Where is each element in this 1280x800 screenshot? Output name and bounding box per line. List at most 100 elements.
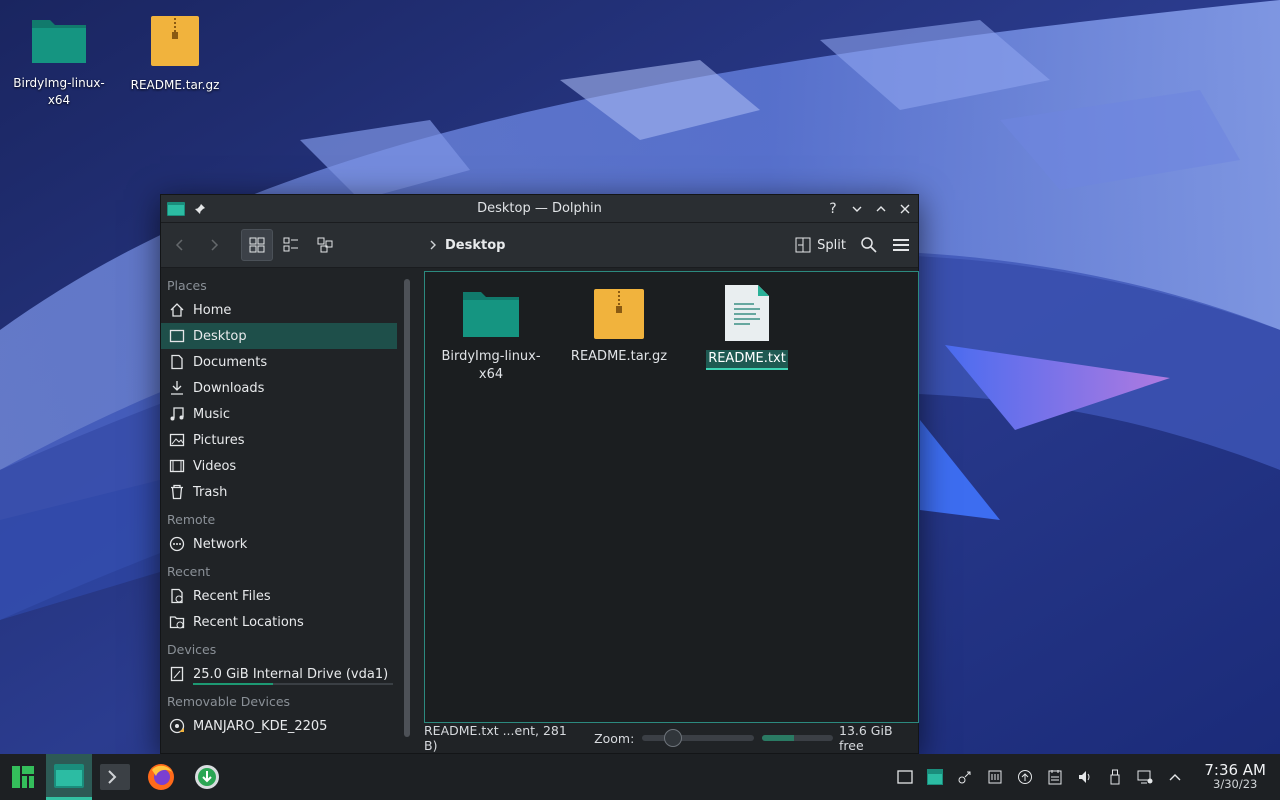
- details-view-icon: [317, 237, 333, 253]
- trash-icon: [169, 484, 185, 500]
- places-item-label: Downloads: [193, 380, 265, 396]
- compact-view-button[interactable]: [275, 229, 307, 261]
- places-item-desktop[interactable]: Desktop: [161, 323, 397, 349]
- tray-dolphin-icon[interactable]: [926, 768, 944, 786]
- details-view-button[interactable]: [309, 229, 341, 261]
- dolphin-app-icon: [54, 763, 84, 788]
- free-space-label: 13.6 GiB free: [839, 723, 893, 753]
- breadcrumb[interactable]: Desktop: [429, 238, 505, 253]
- file-item-label: README.tar.gz: [570, 349, 668, 364]
- notes-icon[interactable]: [1046, 768, 1064, 786]
- section-places: Places: [167, 278, 207, 293]
- file-view[interactable]: BirdyImg-linux-x64 README.tar.gz README.…: [424, 271, 919, 723]
- arrow-left-icon: [175, 239, 183, 251]
- places-scrollbar[interactable]: [404, 279, 410, 737]
- pictures-icon: [169, 432, 185, 448]
- search-icon: [861, 237, 877, 253]
- back-button[interactable]: [169, 234, 191, 256]
- application-launcher[interactable]: [0, 754, 46, 800]
- breadcrumb-item-desktop[interactable]: Desktop: [445, 238, 505, 253]
- places-item-documents[interactable]: Documents: [161, 349, 397, 375]
- clipboard-manager-icon[interactable]: [986, 768, 1004, 786]
- main-toolbar: Desktop Split: [161, 223, 918, 268]
- section-removable-devices: Removable Devices: [167, 694, 291, 709]
- split-button[interactable]: Split: [795, 237, 846, 253]
- file-item-label: README.txt: [706, 350, 788, 370]
- pin-icon[interactable]: [193, 202, 207, 216]
- icons-view-icon: [249, 237, 265, 253]
- volume-icon[interactable]: [1076, 768, 1094, 786]
- window-title: Desktop — Dolphin: [477, 201, 602, 216]
- clock-time: 7:36 AM: [1204, 761, 1266, 779]
- drive-usage-bar: [193, 683, 393, 685]
- places-item-trash[interactable]: Trash: [161, 479, 397, 505]
- compact-view-icon: [283, 237, 298, 252]
- status-selection-text: README.txt ...ent, 281 B): [424, 723, 567, 753]
- free-space-bar: [761, 735, 833, 741]
- places-item-music[interactable]: Music: [161, 401, 397, 427]
- recent-files-icon: [169, 588, 185, 604]
- kde-connect-icon[interactable]: [956, 768, 974, 786]
- music-icon: [169, 406, 185, 422]
- network-status-icon[interactable]: [1136, 768, 1154, 786]
- system-tray: 7:36 AM 3/30/23: [896, 763, 1280, 791]
- maximize-button[interactable]: [874, 202, 888, 216]
- clock-date: 3/30/23: [1213, 777, 1258, 791]
- places-item-downloads[interactable]: Downloads: [161, 375, 397, 401]
- desktop-icon-folder[interactable]: BirdyImg-linux-x64: [9, 14, 109, 109]
- desktop-icon-archive[interactable]: README.tar.gz: [125, 14, 225, 94]
- forward-button[interactable]: [203, 234, 225, 256]
- archive-icon: [151, 16, 199, 66]
- home-icon: [169, 302, 185, 318]
- tray-expand-chevron-up-icon[interactable]: [1166, 768, 1184, 786]
- chevron-right-icon: [430, 240, 436, 250]
- minimize-button[interactable]: [850, 202, 864, 216]
- show-desktop-icon[interactable]: [896, 768, 914, 786]
- text-file-icon: [725, 285, 769, 341]
- places-item-recent-files[interactable]: Recent Files: [161, 583, 397, 609]
- arrow-right-icon: [211, 239, 219, 251]
- digital-clock[interactable]: 7:36 AM 3/30/23: [1204, 761, 1266, 792]
- task-dolphin[interactable]: [46, 754, 92, 800]
- zoom-slider-handle[interactable]: [664, 729, 683, 747]
- desktop-icon-label: README.tar.gz: [130, 78, 220, 92]
- window-titlebar[interactable]: Desktop — Dolphin ?: [161, 195, 918, 223]
- places-item-videos[interactable]: Videos: [161, 453, 397, 479]
- task-konsole[interactable]: [92, 754, 138, 800]
- network-icon: [169, 536, 185, 552]
- places-item-home[interactable]: Home: [161, 297, 397, 323]
- places-item-manjaro[interactable]: MANJARO_KDE_2205: [161, 713, 397, 739]
- places-item-label: Recent Files: [193, 588, 271, 604]
- places-item-label: Music: [193, 406, 230, 422]
- file-item-folder[interactable]: BirdyImg-linux-x64: [431, 286, 551, 384]
- close-button[interactable]: [898, 202, 912, 216]
- task-firefox[interactable]: [138, 754, 184, 800]
- help-button[interactable]: ?: [826, 201, 840, 217]
- updates-icon[interactable]: [1016, 768, 1034, 786]
- places-item-recent-locations[interactable]: Recent Locations: [161, 609, 397, 635]
- terminal-icon: [100, 764, 130, 790]
- videos-icon: [169, 458, 185, 474]
- section-remote: Remote: [167, 512, 216, 527]
- task-installer[interactable]: [184, 754, 230, 800]
- hamburger-menu-button[interactable]: [892, 237, 910, 253]
- drive-icon: [169, 666, 185, 682]
- usb-device-icon[interactable]: [1106, 768, 1124, 786]
- places-item-network[interactable]: Network: [161, 531, 397, 557]
- free-space-fill: [761, 735, 794, 741]
- manjaro-logo-icon: [12, 766, 34, 788]
- search-button[interactable]: [860, 236, 878, 254]
- section-devices: Devices: [167, 642, 217, 657]
- places-item-pictures[interactable]: Pictures: [161, 427, 397, 453]
- places-item-label: Home: [193, 302, 232, 318]
- file-item-text[interactable]: README.txt: [687, 284, 807, 370]
- dolphin-window: Desktop — Dolphin ? Desktop Split Places…: [160, 194, 919, 754]
- file-item-archive[interactable]: README.tar.gz: [559, 288, 679, 366]
- split-label: Split: [817, 237, 846, 253]
- places-item-internal-drive[interactable]: 25.0 GiB Internal Drive (vda1): [161, 661, 397, 687]
- places-item-label: Network: [193, 536, 248, 552]
- drive-usage-fill: [193, 683, 273, 685]
- zoom-slider[interactable]: [642, 729, 754, 747]
- icons-view-button[interactable]: [241, 229, 273, 261]
- archive-icon: [594, 289, 644, 339]
